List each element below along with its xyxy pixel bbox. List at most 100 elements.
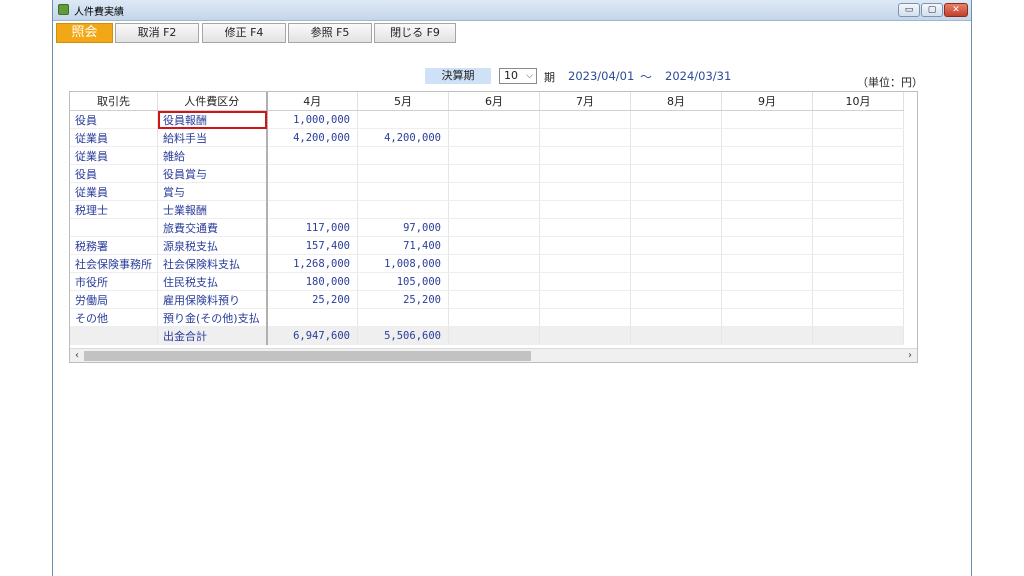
cell-amount[interactable] xyxy=(630,146,722,165)
cell-amount[interactable]: 5,506,600 xyxy=(357,326,449,345)
cell-amount[interactable] xyxy=(630,182,722,201)
cell-amount[interactable] xyxy=(721,254,813,273)
cell-category[interactable]: 住民税支払 xyxy=(157,272,268,291)
cell-amount[interactable] xyxy=(539,308,631,327)
cell-partner[interactable]: その他 xyxy=(70,308,158,327)
edit-f4-button[interactable]: 修正 F4 xyxy=(202,23,286,43)
cell-amount[interactable]: 71,400 xyxy=(357,236,449,255)
cell-amount[interactable]: 4,200,000 xyxy=(266,128,358,147)
cell-amount[interactable] xyxy=(721,164,813,183)
cell-amount[interactable] xyxy=(630,200,722,219)
cell-partner[interactable]: 税務署 xyxy=(70,236,158,255)
cell-amount[interactable] xyxy=(539,200,631,219)
cell-amount[interactable] xyxy=(812,308,904,327)
cell-amount[interactable] xyxy=(812,218,904,237)
cell-amount[interactable] xyxy=(630,236,722,255)
cell-amount[interactable] xyxy=(448,308,540,327)
cell-category[interactable]: 預り金(その他)支払 xyxy=(157,308,268,327)
cell-partner[interactable]: 従業員 xyxy=(70,182,158,201)
cell-amount[interactable] xyxy=(266,182,358,201)
cell-amount[interactable] xyxy=(721,218,813,237)
cell-partner[interactable]: 従業員 xyxy=(70,146,158,165)
cell-amount[interactable] xyxy=(721,308,813,327)
cell-amount[interactable] xyxy=(266,200,358,219)
cell-amount[interactable] xyxy=(448,272,540,291)
cancel-f2-button[interactable]: 取消 F2 xyxy=(115,23,199,43)
cell-category[interactable]: 出金合計 xyxy=(157,326,268,345)
scrollbar-thumb[interactable] xyxy=(84,351,531,361)
cell-partner[interactable]: 従業員 xyxy=(70,128,158,147)
cell-amount[interactable] xyxy=(812,236,904,255)
cell-amount[interactable] xyxy=(630,254,722,273)
cell-category[interactable]: 雑給 xyxy=(157,146,268,165)
column-header-oct[interactable]: 10月 xyxy=(812,92,904,111)
cell-amount[interactable] xyxy=(357,200,449,219)
cell-amount[interactable] xyxy=(812,326,904,345)
cell-amount[interactable] xyxy=(539,110,631,129)
cell-partner[interactable] xyxy=(70,218,158,237)
cell-amount[interactable] xyxy=(630,290,722,309)
cell-amount[interactable] xyxy=(812,128,904,147)
cell-amount[interactable] xyxy=(357,164,449,183)
close-f9-button[interactable]: 閉じる F9 xyxy=(374,23,456,43)
cell-category[interactable]: 旅費交通費 xyxy=(157,218,268,237)
minimize-button[interactable]: ▭ xyxy=(898,3,920,17)
cell-amount[interactable] xyxy=(539,290,631,309)
inquiry-button[interactable]: 照会 xyxy=(56,23,113,43)
cell-amount[interactable] xyxy=(539,164,631,183)
cell-amount[interactable] xyxy=(266,146,358,165)
cell-partner[interactable] xyxy=(70,326,158,345)
cell-partner[interactable]: 社会保険事務所 xyxy=(70,254,158,273)
column-header-sep[interactable]: 9月 xyxy=(721,92,813,111)
cell-amount[interactable] xyxy=(448,200,540,219)
cell-amount[interactable] xyxy=(539,326,631,345)
cell-amount[interactable] xyxy=(630,164,722,183)
scroll-left-icon[interactable]: ‹ xyxy=(70,349,84,362)
cell-amount[interactable] xyxy=(448,164,540,183)
cell-amount[interactable] xyxy=(357,146,449,165)
cell-amount[interactable]: 4,200,000 xyxy=(357,128,449,147)
fiscal-period-select[interactable]: 10 ⌵ xyxy=(499,68,537,84)
column-header-category[interactable]: 人件費区分 xyxy=(157,92,268,111)
cell-amount[interactable] xyxy=(266,308,358,327)
cell-amount[interactable] xyxy=(448,290,540,309)
cell-amount[interactable] xyxy=(812,272,904,291)
cell-amount[interactable] xyxy=(448,326,540,345)
horizontal-scrollbar[interactable]: ‹ › xyxy=(70,348,917,362)
cell-amount[interactable] xyxy=(630,128,722,147)
cell-partner[interactable]: 役員 xyxy=(70,110,158,129)
cell-category[interactable]: 雇用保険料預り xyxy=(157,290,268,309)
cell-amount[interactable] xyxy=(539,128,631,147)
cell-amount[interactable] xyxy=(448,236,540,255)
cell-amount[interactable]: 6,947,600 xyxy=(266,326,358,345)
cell-category[interactable]: 給料手当 xyxy=(157,128,268,147)
cell-amount[interactable] xyxy=(721,200,813,219)
cell-amount[interactable] xyxy=(539,254,631,273)
cell-amount[interactable]: 97,000 xyxy=(357,218,449,237)
cell-amount[interactable]: 157,400 xyxy=(266,236,358,255)
cell-amount[interactable] xyxy=(357,308,449,327)
cell-amount[interactable] xyxy=(812,200,904,219)
column-header-jul[interactable]: 7月 xyxy=(539,92,631,111)
cell-amount[interactable] xyxy=(721,290,813,309)
cell-amount[interactable] xyxy=(812,290,904,309)
cell-amount[interactable]: 117,000 xyxy=(266,218,358,237)
cell-partner[interactable]: 税理士 xyxy=(70,200,158,219)
cell-amount[interactable] xyxy=(630,308,722,327)
cell-amount[interactable] xyxy=(539,182,631,201)
cell-category[interactable]: 賞与 xyxy=(157,182,268,201)
cell-amount[interactable] xyxy=(721,110,813,129)
cell-amount[interactable] xyxy=(630,218,722,237)
cell-amount[interactable]: 1,000,000 xyxy=(266,110,358,129)
cell-amount[interactable]: 1,268,000 xyxy=(266,254,358,273)
cell-amount[interactable] xyxy=(721,128,813,147)
cell-amount[interactable] xyxy=(448,128,540,147)
cell-amount[interactable] xyxy=(448,182,540,201)
cell-amount[interactable] xyxy=(812,146,904,165)
cell-amount[interactable] xyxy=(630,326,722,345)
cell-amount[interactable] xyxy=(539,146,631,165)
maximize-button[interactable]: ▢ xyxy=(921,3,943,17)
cell-amount[interactable] xyxy=(357,110,449,129)
cell-amount[interactable] xyxy=(812,182,904,201)
cell-category[interactable]: 士業報酬 xyxy=(157,200,268,219)
